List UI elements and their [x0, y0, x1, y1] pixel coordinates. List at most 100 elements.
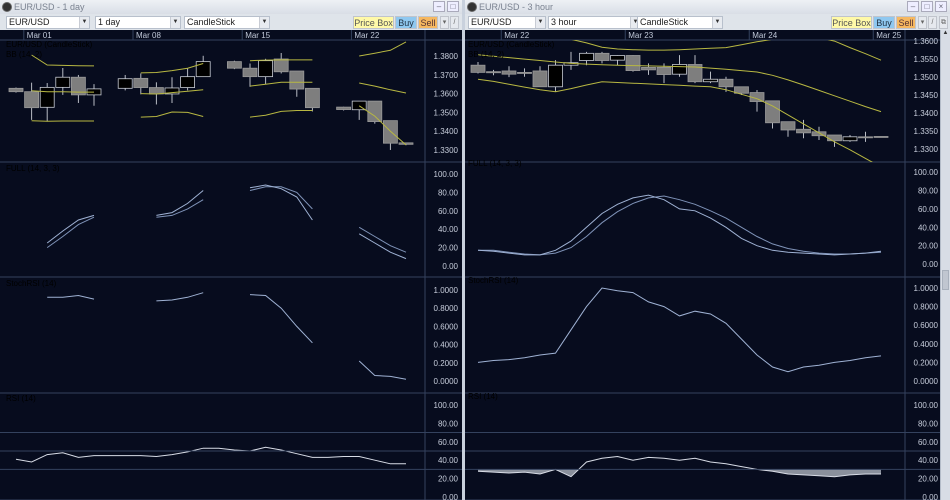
scrollbar-thumb[interactable]: [942, 270, 949, 290]
bb-label: BB (14, 2): [468, 50, 505, 59]
title-bar[interactable]: EUR/USD - 3 hour – □ ×: [465, 0, 950, 14]
rsi-panel: [477, 455, 881, 478]
bb-upper-line: [140, 63, 204, 74]
full-stoch-label: FULL (14, 3, 3): [468, 159, 522, 168]
candle-up: [180, 76, 196, 88]
price-box-button[interactable]: Price Box: [831, 16, 872, 29]
chart-area[interactable]: Mar 22 Mar 23 Mar 24 Mar 25 1.3600 1.3550 1.35…: [465, 30, 940, 500]
symbol-value: EUR/USD: [9, 17, 50, 27]
stochrsi-line: [358, 360, 407, 380]
minimize-button[interactable]: –: [907, 1, 919, 12]
axis-tick-label: 1.3400: [914, 109, 939, 118]
axis-tick-label: 20.00: [438, 475, 459, 484]
axis-tick-label: 20.00: [438, 244, 459, 253]
candle-up: [579, 52, 594, 61]
chart-toolbar: EUR/USD ▼ 3 hour ▼ CandleStick ▼ Price Box …: [465, 14, 950, 30]
chart-toolbar: EUR/USD ▼ 1 day ▼ CandleStick ▼ Price Box B…: [0, 14, 462, 30]
chart-canvas[interactable]: Mar 01 Mar 08 Mar 15 Mar 22 1.3800 1.3700 1.36…: [0, 30, 462, 500]
symbol-select[interactable]: EUR/USD ▼: [6, 16, 90, 29]
axis-tick-label: 60.00: [918, 438, 939, 447]
dropdown-menu-icon[interactable]: ▾: [440, 16, 449, 29]
maximize-button[interactable]: □: [921, 1, 933, 12]
date-label: Mar 22: [354, 31, 379, 40]
chevron-down-icon[interactable]: ▼: [79, 17, 89, 28]
chart-style-select[interactable]: CandleStick ▼: [184, 16, 270, 29]
chevron-down-icon[interactable]: ▼: [170, 17, 180, 28]
axis-tick-label: 1.0000: [914, 284, 939, 293]
style-value: CandleStick: [640, 17, 689, 27]
scroll-up-arrow-icon[interactable]: ▲: [941, 30, 950, 40]
candle-up: [548, 64, 563, 88]
maximize-button[interactable]: □: [447, 1, 459, 12]
buy-button[interactable]: Buy: [873, 16, 895, 29]
title-bar[interactable]: EUR/USD - 1 day – □: [0, 0, 462, 14]
chart-area[interactable]: Mar 01 Mar 08 Mar 15 Mar 22 1.3800 1.3700 1.36…: [0, 30, 462, 500]
chevron-down-icon[interactable]: ▼: [535, 17, 545, 28]
sell-button[interactable]: Sell: [418, 16, 438, 29]
draw-tool-icon[interactable]: /: [928, 16, 937, 29]
candle-down: [273, 58, 289, 73]
detach-icon[interactable]: ⧉: [939, 16, 948, 29]
bb-lower-line: [477, 78, 874, 162]
candle-down: [398, 142, 414, 145]
stochrsi-line: [477, 287, 882, 373]
candle-down: [242, 67, 258, 78]
date-label: Mar 24: [752, 31, 777, 40]
rsi-label: RSI (14): [6, 394, 36, 403]
axis-tick-label: 0.0000: [434, 377, 459, 386]
candle-down: [641, 66, 656, 71]
axis-tick-label: 20.00: [918, 475, 939, 484]
candle-down: [336, 106, 352, 110]
price-panel-label: EUR/USD (CandleStick): [468, 40, 555, 49]
axis-tick-label: 0.8000: [914, 303, 939, 312]
candle-up: [55, 76, 71, 88]
close-button[interactable]: ×: [935, 1, 947, 12]
axis-tick-label: 0.00: [922, 493, 938, 500]
axis-tick-label: 20.00: [918, 242, 939, 251]
date-label: Mar 01: [27, 31, 52, 40]
candle-up: [672, 64, 687, 75]
bb-label: BB (14, 2): [6, 50, 43, 59]
price-panel: [8, 41, 414, 150]
chart-canvas[interactable]: Mar 22 Mar 23 Mar 24 Mar 25 1.3600 1.3550 1.35…: [465, 30, 940, 500]
stochrsi-label: StochRSI (14): [6, 279, 57, 288]
axis-tick-label: 100.00: [914, 168, 939, 177]
axis-tick-label: 1.3350: [914, 127, 939, 136]
candle-down: [486, 71, 501, 74]
candle-down: [382, 120, 398, 144]
minimize-button[interactable]: –: [433, 1, 445, 12]
dropdown-menu-icon[interactable]: ▾: [918, 16, 927, 29]
candle-down: [734, 86, 749, 94]
axis-tick-label: 0.00: [442, 493, 458, 500]
draw-tool-icon[interactable]: /: [450, 16, 459, 29]
chevron-down-icon[interactable]: ▼: [712, 17, 722, 28]
date-label: Mar 22: [504, 31, 529, 40]
candle-down: [133, 77, 149, 88]
symbol-select[interactable]: EUR/USD ▼: [468, 16, 546, 29]
vertical-scrollbar[interactable]: ▲: [940, 30, 950, 500]
axis-tick-label: 1.3300: [434, 146, 459, 155]
axis-tick-label: 80.00: [918, 187, 939, 196]
full-d-line: [46, 216, 95, 249]
chevron-down-icon[interactable]: ▼: [259, 17, 269, 28]
candle-up: [39, 86, 55, 108]
axis-tick-label: 60.00: [438, 438, 459, 447]
axis-tick-label: 1.3600: [434, 90, 459, 99]
axis-tick-label: 0.0000: [914, 377, 939, 386]
candle-down: [625, 55, 641, 71]
bb-lower-line: [140, 111, 204, 118]
sell-button[interactable]: Sell: [896, 16, 916, 29]
period-select[interactable]: 1 day ▼: [95, 16, 181, 29]
candle-down: [780, 121, 796, 131]
price-box-button[interactable]: Price Box: [353, 16, 394, 29]
stochrsi-line: [249, 294, 313, 344]
candle-down: [289, 70, 305, 90]
buy-button[interactable]: Buy: [395, 16, 417, 29]
candle-down: [8, 87, 24, 93]
axis-tick-label: 100.00: [914, 401, 939, 410]
stochrsi-line: [156, 292, 204, 302]
period-select[interactable]: 3 hour ▼: [548, 16, 641, 29]
chart-style-select[interactable]: CandleStick ▼: [637, 16, 723, 29]
chart-window-3hour: EUR/USD - 3 hour – □ × EUR/USD ▼ 3 hour ▼ Ca…: [465, 0, 950, 500]
axis-tick-label: 1.0000: [434, 286, 459, 295]
